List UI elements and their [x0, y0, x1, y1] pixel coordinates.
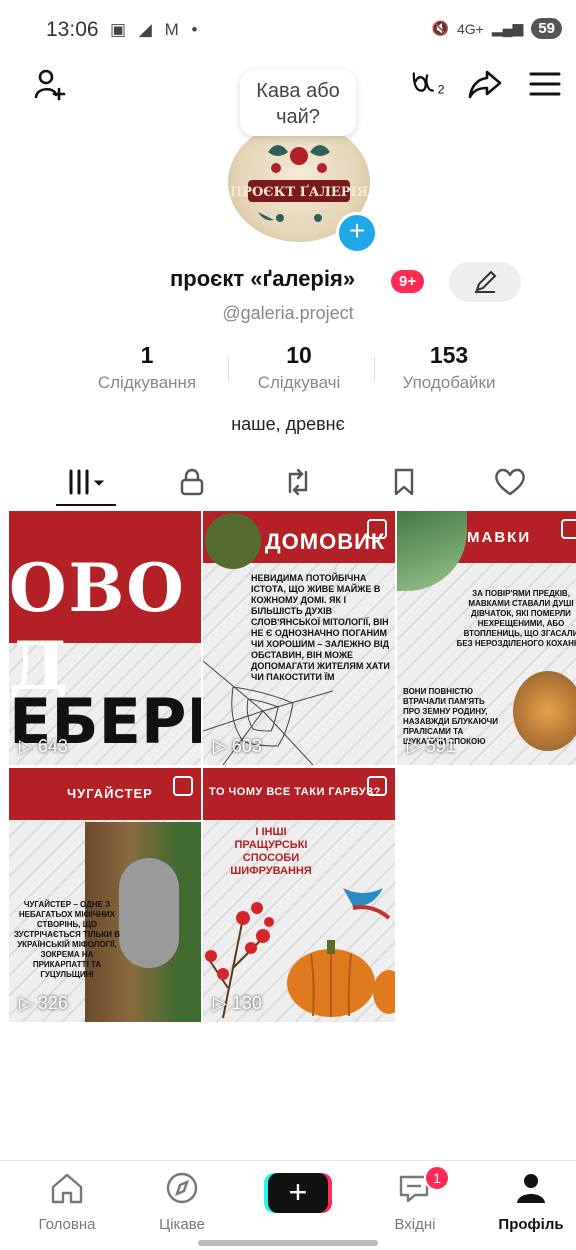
video-title: МАВКИ: [467, 529, 532, 546]
lock-icon: [180, 468, 204, 496]
nav-label: Профіль: [498, 1216, 564, 1233]
view-count-value: 130: [231, 993, 262, 1013]
stat-likes[interactable]: 153 Уподобайки: [374, 342, 524, 393]
video-title: ЧУГАЙСТЕР: [67, 786, 153, 801]
share-icon[interactable]: [465, 64, 505, 104]
tab-reposts[interactable]: [268, 460, 328, 504]
inbox-badge: 1: [424, 1165, 450, 1191]
profile-tabs: [0, 460, 576, 508]
stat-label: Слідкування: [97, 373, 197, 392]
video-caption: ЗА ПОВІР'ЯМИ ПРЕДКІВ, МАВКАМИ СТАВАЛИ ДУ…: [456, 589, 576, 648]
view-count-value: 643: [37, 736, 68, 756]
profile-bio: наше, древнє: [231, 414, 345, 434]
tab-liked[interactable]: [480, 460, 540, 504]
view-count: ▷ 326: [19, 993, 68, 1013]
note-bubble[interactable]: Кава або чай?: [240, 70, 356, 136]
view-count: ▷ 603: [213, 736, 262, 756]
carousel-icon: [173, 776, 193, 796]
home-icon: [51, 1173, 83, 1204]
notification-badge[interactable]: 9+: [391, 270, 425, 293]
video-title: ОВО Д: [9, 549, 186, 705]
stat-label: Уподобайки: [402, 373, 496, 392]
stat-value: 10: [286, 342, 312, 368]
nav-label: Головна: [38, 1216, 96, 1233]
bottom-nav: Головна Цікаве + Вхідні 1 Профіль: [0, 1160, 576, 1250]
status-right: 🔇 4G+ ▂▄▆ 59: [432, 18, 562, 39]
video-tile[interactable]: ОВО Д ЕБЕРІ ▷ 643: [9, 511, 201, 765]
nav-discover[interactable]: Цікаве: [137, 1171, 227, 1233]
creator-tools-icon[interactable]: 2: [410, 64, 450, 104]
add-story-button[interactable]: +: [336, 212, 378, 254]
edit-profile-button[interactable]: [449, 262, 521, 302]
active-tab-indicator: [56, 504, 116, 506]
profile-name-row: проєкт «ґалерія» 9+: [0, 262, 576, 302]
view-count-value: 326: [37, 993, 68, 1013]
carousel-icon: [367, 776, 387, 796]
logo-text: ПРОЄКТ ҐАЛЕРІЯ: [230, 184, 368, 200]
carousel-icon: [367, 519, 387, 539]
tab-private[interactable]: [162, 460, 222, 504]
add-friend-icon[interactable]: [30, 64, 70, 104]
grid-icon: [69, 469, 105, 495]
repost-icon: [288, 468, 308, 496]
stat-label: Слідкувачі: [257, 373, 341, 392]
tab-saved[interactable]: [374, 460, 434, 504]
heart-icon: [495, 468, 525, 496]
carousel-icon: [561, 519, 576, 539]
compass-icon: [166, 1172, 198, 1204]
status-notification-icons: ▣ ◢ M •: [110, 20, 202, 39]
create-button[interactable]: +: [268, 1173, 328, 1213]
view-count-value: 591: [425, 736, 456, 756]
profile-icon: [517, 1174, 545, 1203]
nav-profile[interactable]: Профіль: [486, 1171, 576, 1233]
view-count: ▷ 130: [213, 993, 262, 1013]
mavka-illustration: [513, 671, 576, 751]
home-indicator[interactable]: [198, 1240, 378, 1246]
nav-label: Вхідні: [394, 1216, 436, 1233]
video-caption: І ІНШІ ПРАЩУРСЬКІ СПОСОБИ ШИФРУВАННЯ: [230, 826, 312, 877]
stat-following[interactable]: 1 Слідкування: [72, 342, 222, 393]
stat-followers[interactable]: 10 Слідкувачі: [224, 342, 374, 393]
status-bar: 13:06 ▣ ◢ M • 🔇 4G+ ▂▄▆ 59: [0, 0, 576, 60]
video-title: ТО ЧОМУ ВСЕ ТАКИ ГАРБУЗ?: [209, 786, 381, 798]
profile-handle: @galeria.project: [222, 303, 354, 323]
video-tile[interactable]: МАВКИ ЗА ПОВІР'ЯМИ ПРЕДКІВ, МАВКАМИ СТАВ…: [397, 511, 576, 765]
tab-videos[interactable]: [56, 460, 116, 504]
view-count-value: 603: [231, 736, 262, 756]
video-caption: ЧУГАЙСТЕР – ОДНЕ З НЕБАГАТЬОХ МІФІЧНИХ С…: [13, 900, 121, 979]
video-tile[interactable]: ТО ЧОМУ ВСЕ ТАКИ ГАРБУЗ? І ІНШІ ПРАЩУРСЬ…: [203, 768, 395, 1022]
video-tile[interactable]: ЧУГАЙСТЕР ЧУГАЙСТЕР – ОДНЕ З НЕБАГАТЬОХ …: [9, 768, 201, 1022]
nav-home[interactable]: Головна: [22, 1171, 112, 1233]
nav-label: Цікаве: [159, 1216, 205, 1233]
status-time: 13:06: [46, 18, 99, 41]
view-count: ▷ 591: [407, 736, 456, 756]
battery-icon: 59: [531, 18, 562, 39]
bookmark-icon: [394, 468, 414, 496]
profile-name: проєкт «ґалерія»: [170, 266, 356, 291]
menu-icon[interactable]: [525, 64, 565, 104]
view-count: ▷ 643: [19, 736, 68, 756]
video-tile[interactable]: ДОМОВИК НЕВИДИМА ПОТОЙБІЧНА ІСТОТА, ЩО Ж…: [203, 511, 395, 765]
mute-icon: 🔇: [431, 20, 449, 36]
network-label: 4G+: [457, 20, 484, 37]
stat-value: 1: [140, 342, 154, 368]
stat-value: 153: [429, 342, 469, 368]
creature-figure: [119, 858, 179, 968]
domovyk-illustration: [205, 513, 261, 569]
svg-text:2: 2: [438, 83, 445, 97]
signal-icon: ▂▄▆: [491, 20, 524, 36]
pencil-icon: [475, 270, 497, 293]
